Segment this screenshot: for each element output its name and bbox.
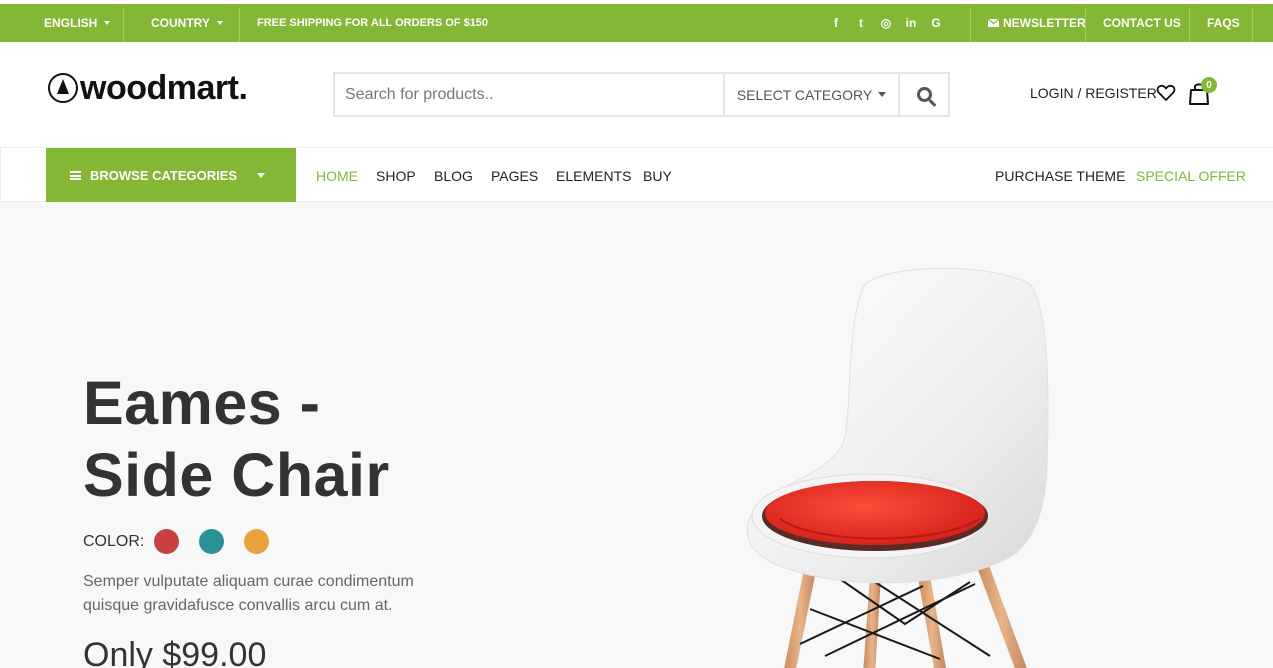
search-button[interactable] <box>898 74 948 115</box>
nav-item-elements[interactable]: ELEMENTS <box>556 148 631 203</box>
chevron-down-icon <box>257 173 266 178</box>
heart-icon[interactable] <box>1156 83 1176 103</box>
search-input[interactable] <box>335 74 723 115</box>
top-bar: ENGLISH COUNTRY FREE SHIPPING FOR ALL OR… <box>0 0 1273 42</box>
nav-item-blog[interactable]: BLOG <box>434 148 473 203</box>
browse-label: BROWSE CATEGORIES <box>90 168 238 183</box>
google-icon[interactable]: G <box>930 16 942 30</box>
search-bar: SELECT CATEGORY <box>333 72 950 117</box>
cart-count-badge: 0 <box>1201 77 1217 93</box>
nav-item-home[interactable]: HOME <box>316 148 358 203</box>
site-logo[interactable]: woodmart. <box>48 68 248 107</box>
shipping-notice: FREE SHIPPING FOR ALL ORDERS OF $150 <box>257 17 489 29</box>
linkedin-icon[interactable]: in <box>905 16 917 30</box>
color-options: COLOR: <box>83 529 270 554</box>
divider <box>1085 8 1086 42</box>
nav-item-shop[interactable]: SHOP <box>376 148 416 203</box>
special-offer-link[interactable]: SPECIAL OFFER <box>1136 148 1246 203</box>
divider <box>239 8 240 42</box>
contact-us-link[interactable]: CONTACT US <box>1103 4 1181 42</box>
hero-title-line2: Side Chair <box>83 441 390 509</box>
color-label: COLOR: <box>83 532 145 550</box>
social-links: f t ◎ in G <box>830 4 942 42</box>
nav-item-buy[interactable]: BUY <box>643 148 672 203</box>
twitter-icon[interactable]: t <box>855 16 867 30</box>
purchase-theme-link[interactable]: PURCHASE THEME <box>995 148 1125 203</box>
newsletter-link[interactable]: NEWSLETTER <box>988 4 1086 42</box>
color-swatch-teal[interactable] <box>199 529 225 554</box>
country-selector[interactable]: COUNTRY <box>151 4 223 42</box>
divider <box>1252 8 1253 42</box>
login-register-link[interactable]: LOGIN / REGISTER <box>1030 85 1157 101</box>
divider <box>0 148 1 203</box>
hamburger-icon <box>70 171 81 180</box>
hero-price: Only $99.00 <box>83 636 267 668</box>
faqs-link[interactable]: FAQS <box>1207 4 1240 42</box>
facebook-icon[interactable]: f <box>830 16 842 30</box>
language-selector[interactable]: ENGLISH <box>44 4 111 42</box>
main-navigation: BROWSE CATEGORIES HOME SHOP BLOG PAGES E… <box>0 147 1273 203</box>
search-icon <box>916 87 932 102</box>
category-select[interactable]: SELECT CATEGORY <box>723 74 898 115</box>
divider <box>970 8 971 42</box>
newsletter-label: NEWSLETTER <box>1003 16 1086 30</box>
envelope-icon <box>988 19 999 27</box>
logo-text: woodmart. <box>80 68 248 107</box>
chevron-down-icon <box>216 21 223 25</box>
divider <box>1189 8 1190 42</box>
chevron-down-icon <box>104 21 111 25</box>
divider <box>123 8 124 42</box>
category-label: SELECT CATEGORY <box>736 86 873 103</box>
color-swatch-red[interactable] <box>154 529 180 554</box>
color-swatch-orange[interactable] <box>244 529 270 554</box>
hero-title-line1: Eames - <box>83 369 321 437</box>
browse-categories-button[interactable]: BROWSE CATEGORIES <box>46 148 296 203</box>
language-label: ENGLISH <box>44 16 98 30</box>
hero-description: Semper vulputate aliquam curae condiment… <box>83 573 414 614</box>
hero-title: Eames - Side Chair <box>83 367 390 511</box>
nav-item-pages[interactable]: PAGES <box>491 148 538 203</box>
country-label: COUNTRY <box>151 16 210 30</box>
hero-slider: Eames - Side Chair COLOR: Semper vulputa… <box>0 202 1273 668</box>
chevron-down-icon <box>878 92 887 97</box>
tree-icon <box>48 73 78 103</box>
chair-image <box>746 267 1049 668</box>
instagram-icon[interactable]: ◎ <box>880 16 892 30</box>
